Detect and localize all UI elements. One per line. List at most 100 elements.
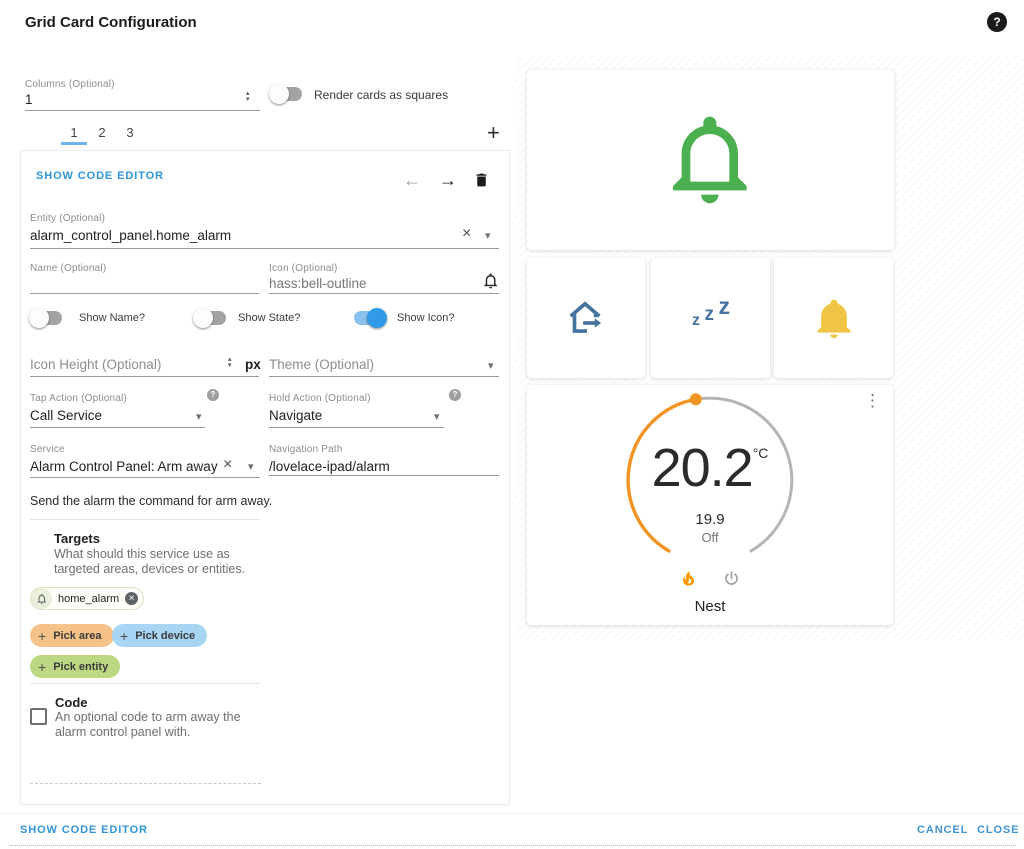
icon-label: Icon (Optional) — [269, 263, 338, 274]
tap-action-dropdown-icon[interactable]: ▾ — [196, 412, 202, 423]
code-description: An optional code to arm away the alarm c… — [55, 710, 260, 740]
pick-area-chip[interactable]: + Pick area — [30, 624, 114, 647]
px-suffix: px — [245, 357, 261, 372]
navigation-path-label: Navigation Path — [269, 444, 343, 455]
service-label: Service — [30, 444, 65, 455]
stepper-down-icon[interactable]: ▾ — [246, 97, 250, 103]
show-name-label: Show Name? — [79, 312, 145, 324]
icon-underline — [269, 293, 499, 294]
help-icon[interactable]: ? — [987, 12, 1007, 32]
plus-icon: + — [38, 659, 46, 675]
preview-alert-card[interactable] — [774, 258, 893, 378]
code-checkbox[interactable] — [30, 708, 47, 725]
heat-mode-flame-icon[interactable] — [679, 569, 698, 593]
show-state-label: Show State? — [238, 312, 300, 324]
theme-dropdown-icon[interactable]: ▾ — [488, 361, 494, 372]
pick-area-label: Pick area — [53, 630, 101, 642]
preview-sleep-card[interactable]: z z z — [651, 258, 770, 378]
entity-dropdown-icon[interactable]: ▾ — [485, 231, 491, 242]
dial-handle — [690, 393, 702, 405]
entity-label: Entity (Optional) — [30, 213, 105, 224]
cancel-button[interactable]: CANCEL — [917, 824, 968, 836]
tap-action-label: Tap Action (Optional) — [30, 393, 127, 404]
entity-underline — [30, 248, 499, 249]
hold-action-select[interactable]: Navigate — [269, 408, 322, 423]
code-title: Code — [55, 695, 88, 710]
columns-stepper[interactable]: ▴ ▾ — [246, 91, 250, 103]
theme-underline — [269, 376, 499, 377]
power-off-icon[interactable] — [722, 569, 741, 593]
icon-height-input[interactable]: Icon Height (Optional) — [30, 357, 161, 372]
icon-height-stepper[interactable]: ▴ ▾ — [228, 357, 232, 369]
icon-input[interactable]: hass:bell-outline — [269, 276, 367, 291]
bottom-dotted-line — [10, 845, 1016, 846]
preview-away-card[interactable] — [527, 258, 645, 378]
move-card-forward-icon[interactable]: → — [439, 170, 457, 191]
entity-clear-icon[interactable]: × — [462, 226, 471, 242]
columns-underline — [25, 110, 260, 111]
chip-close-icon[interactable]: × — [125, 592, 138, 605]
preview-alarm-card[interactable] — [527, 70, 894, 250]
thermostat-name: Nest — [527, 598, 893, 615]
show-icon-toggle[interactable] — [354, 311, 386, 325]
navigation-path-underline — [269, 475, 499, 476]
render-squares-label: Render cards as squares — [314, 88, 448, 102]
chip-label: home_alarm — [58, 593, 119, 605]
close-button[interactable]: CLOSE — [977, 824, 1019, 836]
show-name-toggle[interactable] — [30, 311, 62, 325]
thermostat-state: Off — [527, 530, 893, 545]
sleep-icon: z z z — [679, 298, 743, 325]
navigation-path-input[interactable]: /lovelace-ipad/alarm — [269, 459, 390, 474]
show-code-editor-link[interactable]: SHOW CODE EDITOR — [36, 170, 164, 182]
target-entity-chip[interactable]: home_alarm × — [30, 587, 144, 610]
stepper-down-icon[interactable]: ▾ — [228, 363, 232, 369]
active-tab-indicator — [61, 142, 87, 145]
theme-select[interactable]: Theme (Optional) — [269, 357, 374, 372]
bell-outline-icon — [660, 108, 764, 217]
home-export-icon — [563, 295, 609, 346]
service-dropdown-icon[interactable]: ▾ — [248, 462, 254, 473]
show-state-toggle[interactable] — [194, 311, 226, 325]
footer-show-code-editor-link[interactable]: SHOW CODE EDITOR — [20, 824, 148, 836]
temp-unit: °C — [753, 445, 769, 461]
hold-action-underline — [269, 427, 444, 428]
thermostat-target-temp: 20.2°C — [527, 437, 893, 499]
hold-action-dropdown-icon[interactable]: ▾ — [434, 412, 440, 423]
name-underline — [30, 293, 259, 294]
tab-1[interactable]: 1 — [61, 125, 87, 140]
tap-action-select[interactable]: Call Service — [30, 408, 102, 423]
plus-icon: + — [120, 628, 128, 644]
add-card-button[interactable]: + — [487, 120, 500, 146]
entity-input[interactable]: alarm_control_panel.home_alarm — [30, 228, 231, 243]
tab-3[interactable]: 3 — [117, 125, 143, 140]
bell-outline-icon — [482, 272, 500, 295]
columns-label: Columns (Optional) — [25, 79, 115, 90]
tap-action-help-icon[interactable]: ? — [207, 389, 219, 401]
hold-action-help-icon[interactable]: ? — [449, 389, 461, 401]
tap-action-underline — [30, 427, 205, 428]
tab-2[interactable]: 2 — [89, 125, 115, 140]
service-select[interactable]: Alarm Control Panel: Arm away — [30, 459, 218, 474]
code-divider — [30, 683, 260, 684]
pick-entity-label: Pick entity — [53, 661, 108, 673]
hold-action-label: Hold Action (Optional) — [269, 393, 371, 404]
hvac-mode-row — [527, 569, 893, 593]
columns-input[interactable]: 1 — [25, 92, 33, 107]
icon-height-underline — [30, 376, 259, 377]
pick-entity-chip[interactable]: + Pick entity — [30, 655, 120, 678]
service-clear-icon[interactable]: × — [223, 457, 232, 473]
delete-card-icon[interactable] — [473, 171, 490, 194]
card-editor-panel: SHOW CODE EDITOR ← → Entity (Optional) a… — [20, 150, 510, 805]
preview-thermostat-card[interactable]: ⋮ 20.2°C 19.9 Off Nest — [527, 385, 893, 625]
targets-description: What should this service use as targeted… — [54, 547, 279, 577]
targets-divider — [30, 519, 260, 520]
thermostat-current-temp: 19.9 — [527, 511, 893, 528]
move-card-back-icon[interactable]: ← — [403, 170, 421, 191]
name-label: Name (Optional) — [30, 263, 106, 274]
dialog-title: Grid Card Configuration — [25, 14, 197, 31]
service-description: Send the alarm the command for arm away. — [30, 494, 272, 508]
service-underline — [30, 477, 260, 478]
overflow-menu-icon[interactable]: ⋮ — [864, 391, 881, 411]
pick-device-chip[interactable]: + Pick device — [112, 624, 207, 647]
render-squares-toggle[interactable] — [270, 87, 302, 101]
